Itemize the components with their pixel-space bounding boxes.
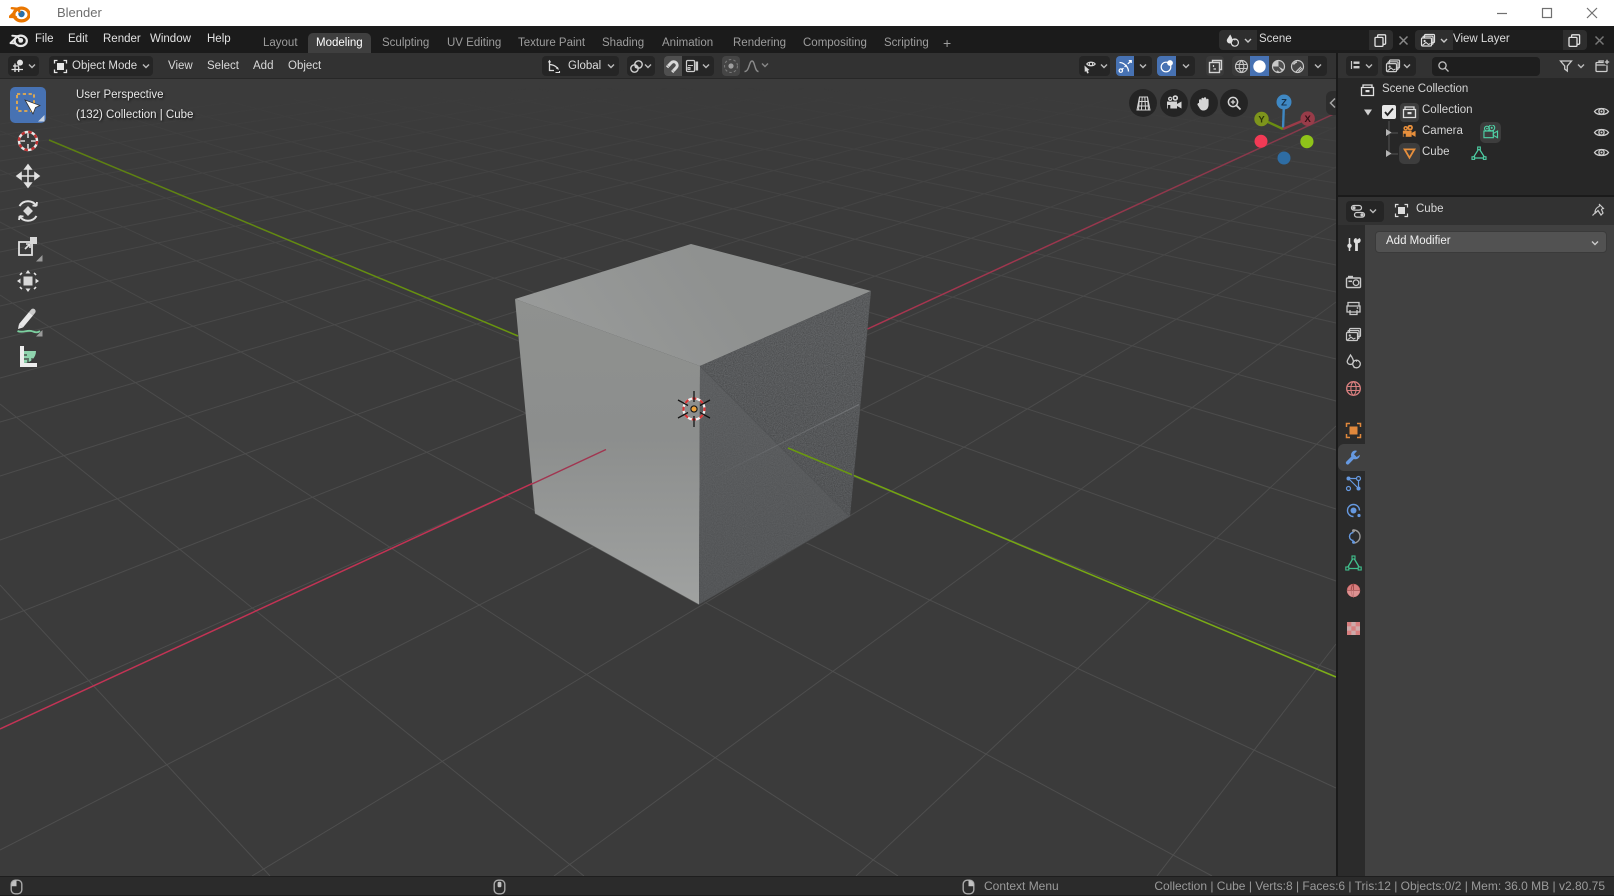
svg-text:X: X xyxy=(1305,114,1312,125)
svg-text:Z: Z xyxy=(1281,97,1287,108)
svg-text:Y: Y xyxy=(1258,114,1265,125)
